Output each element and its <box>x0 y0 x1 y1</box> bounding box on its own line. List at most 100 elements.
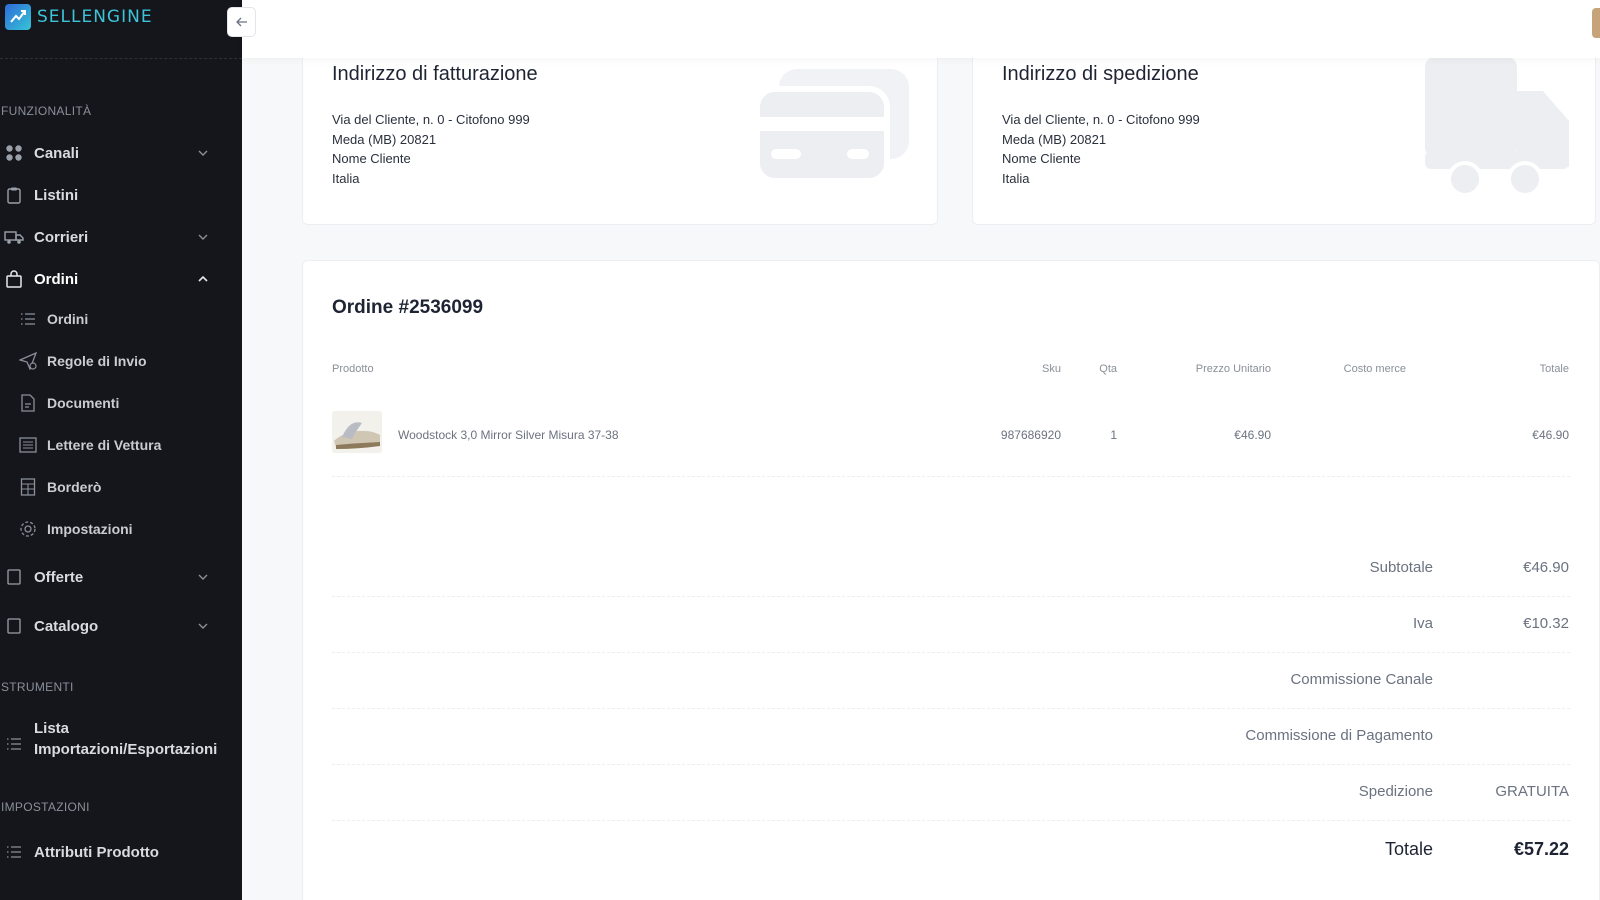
address-line: Meda (MB) 20821 <box>332 131 437 147</box>
grid-icon <box>4 143 24 163</box>
subtotal-value: €46.90 <box>1523 559 1569 576</box>
truck-icon <box>1423 55 1573 200</box>
shopping-bag-icon <box>4 269 24 289</box>
credit-card-icon <box>753 67 913 187</box>
top-bar <box>242 0 1600 58</box>
column-header-sku: Sku <box>1042 363 1061 375</box>
sidebar-item-label: Listini <box>34 186 79 204</box>
sidebar-subitem-documenti[interactable]: Documenti <box>0 386 242 420</box>
brand-logo[interactable]: SELLENGINE <box>5 4 153 30</box>
sidebar-item-ordini[interactable]: Ordini <box>0 261 242 297</box>
shipping-address-lines: Via del Cliente, n. 0 - Citofono 999 Med… <box>1002 110 1200 188</box>
address-line: Via del Cliente, n. 0 - Citofono 999 <box>1002 112 1200 127</box>
sidebar-item-attributi[interactable]: Attributi Prodotto <box>0 834 242 870</box>
column-header-cost: Costo merce <box>1343 363 1406 375</box>
offer-icon <box>4 567 24 587</box>
sidebar-subitem-label: Ordini <box>47 311 89 327</box>
chevron-down-icon <box>197 620 209 632</box>
sidebar-item-offerte[interactable]: Offerte <box>0 559 242 595</box>
row-divider <box>332 708 1570 709</box>
sidebar-item-catalogo[interactable]: Catalogo <box>0 608 242 644</box>
order-card: Ordine #2536099 Prodotto Sku Qta Prezzo … <box>302 260 1600 900</box>
billing-address-lines: Via del Cliente, n. 0 - Citofono 999 Med… <box>332 110 530 188</box>
sidebar-subitem-label: Impostazioni <box>47 521 133 537</box>
column-header-total: Totale <box>1539 363 1569 375</box>
clipboard-icon <box>4 185 24 205</box>
address-line: Via del Cliente, n. 0 - Citofono 999 <box>332 112 530 127</box>
chevron-up-icon <box>197 273 209 285</box>
table-icon <box>18 477 38 497</box>
order-title: Ordine #2536099 <box>332 297 484 318</box>
row-divider <box>332 596 1570 597</box>
product-name: Woodstock 3,0 Mirror Silver Misura 37-38 <box>398 428 619 442</box>
column-header-product: Prodotto <box>332 363 374 375</box>
sidebar-item-canali[interactable]: Canali <box>0 135 242 171</box>
sidebar-subitem-label: Lettere di Vettura <box>47 437 162 453</box>
product-thumbnail[interactable] <box>332 411 382 453</box>
sidebar-item-label: Offerte <box>34 568 84 586</box>
subtotal-label: Subtotale <box>1369 559 1433 576</box>
document-icon <box>18 393 38 413</box>
channel-fee-label: Commissione Canale <box>1290 671 1433 688</box>
product-total: €46.90 <box>1532 428 1569 442</box>
row-divider <box>332 764 1570 765</box>
logo-mark-icon <box>5 4 31 30</box>
sidebar-item-label: Catalogo <box>34 617 99 635</box>
payment-fee-label: Commissione di Pagamento <box>1245 727 1433 744</box>
row-divider <box>332 820 1570 821</box>
billing-address-card: Indirizzo di fatturazione Via del Client… <box>302 40 938 225</box>
catalog-icon <box>4 616 24 636</box>
sidebar-subitem-ordini[interactable]: Ordini <box>0 302 242 336</box>
sidebar-item-lista-importazioni[interactable]: Lista Importazioni/Esportazioni <box>0 720 242 766</box>
sidebar-item-listini[interactable]: Listini <box>0 177 242 213</box>
sidebar-subitem-regole[interactable]: Regole di Invio <box>0 344 242 378</box>
total-value: €57.22 <box>1513 839 1569 859</box>
iva-value: €10.32 <box>1523 615 1569 632</box>
shipping-address-card: Indirizzo di spedizione Via del Cliente,… <box>972 40 1596 225</box>
address-line: Italia <box>332 170 360 186</box>
section-label-features: FUNZIONALITÀ <box>1 104 92 118</box>
address-line: Nome Cliente <box>1002 151 1081 166</box>
sidebar-subitem-label: Regole di Invio <box>47 353 147 369</box>
collapse-sidebar-button[interactable] <box>227 7 256 37</box>
avatar[interactable] <box>1592 8 1600 38</box>
row-divider <box>332 476 1570 477</box>
sidebar-item-label: Attributi Prodotto <box>34 843 159 861</box>
shipping-value: GRATUITA <box>1495 783 1569 800</box>
address-line: Meda (MB) 20821 <box>1002 131 1107 147</box>
shipping-label: Spedizione <box>1358 783 1433 800</box>
sidebar-item-label: Canali <box>34 144 80 162</box>
chevron-down-icon <box>197 571 209 583</box>
sidebar-subitem-label: Documenti <box>47 395 120 411</box>
sidebar-item-label: Ordini <box>34 270 79 288</box>
waybill-icon <box>18 435 38 455</box>
billing-address-title: Indirizzo di fatturazione <box>332 63 538 85</box>
column-header-unit-price: Prezzo Unitario <box>1195 363 1271 375</box>
address-line: Italia <box>1002 170 1030 186</box>
product-sku: 987686920 <box>1000 428 1061 442</box>
sidebar-subitem-lettere[interactable]: Lettere di Vettura <box>0 428 242 462</box>
section-label-tools: STRUMENTI <box>1 680 74 694</box>
sidebar-divider <box>0 58 242 59</box>
product-unit-price: €46.90 <box>1234 428 1271 442</box>
iva-label: Iva <box>1412 615 1433 632</box>
row-divider <box>332 652 1570 653</box>
section-label-settings: IMPOSTAZIONI <box>1 800 90 814</box>
sidebar: SELLENGINE FUNZIONALITÀ Canali Listini C… <box>0 0 242 900</box>
brand-name: SELLENGINE <box>37 7 153 27</box>
sidebar-subitem-bordero[interactable]: Borderò <box>0 470 242 504</box>
list-icon <box>4 734 24 754</box>
chevron-down-icon <box>197 147 209 159</box>
send-icon <box>18 351 38 371</box>
chevron-down-icon <box>197 231 209 243</box>
shipping-address-title: Indirizzo di spedizione <box>1002 63 1199 85</box>
sidebar-item-label: Corrieri <box>34 228 89 246</box>
truck-icon <box>4 227 24 247</box>
sidebar-item-corrieri[interactable]: Corrieri <box>0 219 242 255</box>
address-line: Nome Cliente <box>332 151 411 166</box>
sidebar-subitem-impostazioni[interactable]: Impostazioni <box>0 512 242 546</box>
arrow-left-icon <box>235 17 247 27</box>
sidebar-item-label: Lista Importazioni/Esportazioni <box>34 720 218 758</box>
column-header-qty: Qta <box>1099 363 1117 375</box>
total-label: Totale <box>1384 839 1433 859</box>
